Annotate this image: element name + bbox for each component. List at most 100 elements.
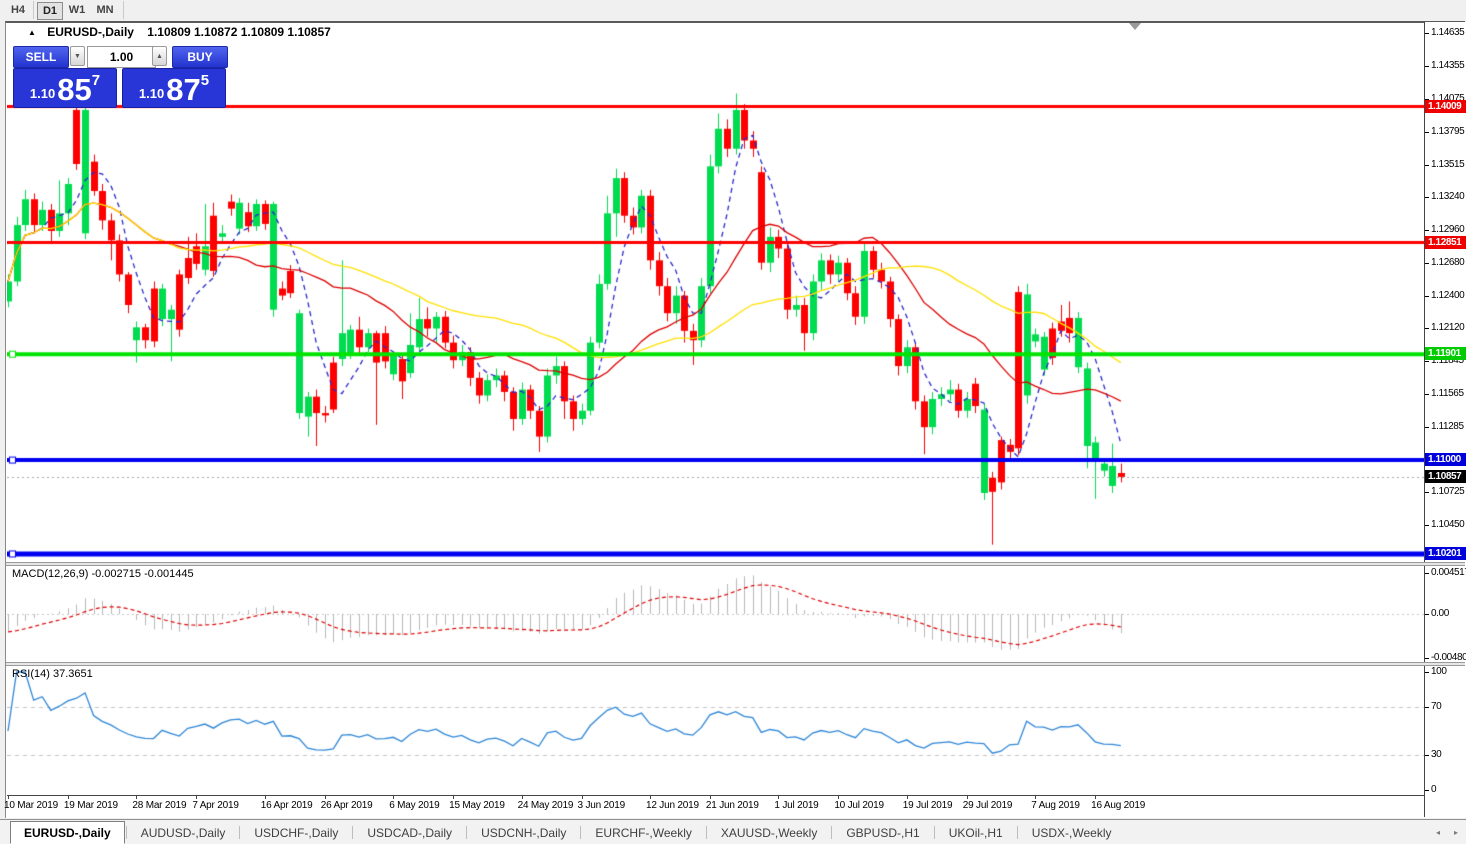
price-tick-label: 1.11565: [1431, 387, 1464, 399]
tab-eurusd-daily[interactable]: EURUSD-,Daily: [10, 821, 125, 844]
date-label: 6 May 2019: [389, 800, 440, 811]
time-tick-mark: [838, 796, 840, 799]
price-tick-label: 1.13795: [1431, 125, 1465, 137]
timeframe-toolbar: H4 D1 W1 MN: [0, 0, 1466, 20]
date-label: 24 May 2019: [517, 800, 574, 811]
tab-divider: [580, 825, 582, 839]
price-tick-label: 1.12120: [1431, 322, 1465, 334]
price-tick-mark: [1425, 426, 1429, 428]
rsi-tick-label: 70: [1431, 701, 1442, 713]
collapse-one-click-icon[interactable]: ▲: [28, 28, 36, 37]
time-tick-mark: [264, 796, 266, 799]
sell-button[interactable]: SELL: [13, 46, 69, 68]
buy-price-box[interactable]: 1.10 87 5: [122, 68, 226, 108]
time-tick-mark: [453, 796, 455, 799]
time-tick-mark: [8, 796, 9, 799]
date-label: 21 Jun 2019: [705, 800, 759, 811]
chart-symbol-period: EURUSD-,Daily: [47, 25, 134, 39]
volume-input[interactable]: [87, 46, 156, 68]
macd-tick-mark: [1425, 573, 1429, 574]
buy-price-main: 87: [166, 72, 201, 107]
tab-ukoil-h1[interactable]: UKOil-,H1: [936, 823, 1016, 842]
date-label: 16 Aug 2019: [1091, 800, 1146, 811]
chevron-up-icon: ▲: [156, 53, 163, 60]
timeframe-h4-button[interactable]: H4: [6, 2, 30, 18]
timeframe-d1-button[interactable]: D1: [37, 2, 63, 20]
date-label: 16 Apr 2019: [260, 800, 313, 811]
toolbar-separator: [123, 1, 124, 19]
tab-divider: [125, 825, 127, 839]
time-tick-mark: [324, 796, 326, 799]
date-label: 10 Jul 2019: [834, 800, 884, 811]
price-tick-mark: [1425, 229, 1429, 231]
tabs-scroll-right-button[interactable]: ▸: [1448, 825, 1464, 840]
rsi-tick-mark: [1425, 790, 1429, 791]
rsi-panel-canvas[interactable]: [7, 666, 1424, 794]
mt4-application: H4 D1 W1 MN ▲ EURUSD-,Daily 1.10809 1.10…: [0, 0, 1466, 844]
chart-tab-bar: EURUSD-,Daily AUDUSD-,Daily USDCHF-,Daily U…: [0, 819, 1466, 844]
time-tick-mark: [581, 796, 583, 799]
sell-price-pip: 7: [91, 72, 101, 89]
tab-usdcad-daily[interactable]: USDCAD-,Daily: [354, 823, 465, 842]
price-level-box: 1.11000: [1425, 453, 1466, 467]
sell-price-prefix: 1.10: [29, 86, 56, 101]
tab-usdcnh-daily[interactable]: USDCNH-,Daily: [468, 823, 579, 842]
price-tick-mark: [1425, 33, 1429, 34]
volume-decrease-button[interactable]: ▼: [70, 46, 85, 66]
price-level-box: 1.10201: [1425, 546, 1466, 560]
tab-divider: [352, 825, 354, 839]
sell-price-box[interactable]: 1.10 85 7: [13, 68, 117, 108]
rsi-tick-label: 0: [1431, 784, 1437, 795]
price-tick-label: 1.12960: [1431, 223, 1465, 235]
time-tick-mark: [67, 796, 69, 799]
tab-divider: [1016, 825, 1018, 839]
panel-separator[interactable]: [6, 662, 1465, 666]
macd-tick-mark: [1425, 614, 1429, 615]
time-tick-mark: [1035, 796, 1037, 799]
rsi-tick-mark: [1425, 707, 1429, 709]
price-tick-mark: [1425, 196, 1429, 198]
current-price-box: 1.10857: [1425, 469, 1466, 483]
tab-divider: [831, 825, 833, 839]
time-tick-mark: [650, 796, 651, 799]
tab-divider: [466, 825, 468, 839]
chart-shift-icon[interactable]: [1129, 23, 1141, 30]
price-tick-mark: [1425, 262, 1429, 264]
chart-ohlc-header: ▲ EURUSD-,Daily 1.10809 1.10872 1.10809 …: [28, 25, 331, 39]
tab-usdx-weekly[interactable]: USDX-,Weekly: [1019, 823, 1125, 842]
time-tick-mark: [1095, 796, 1097, 799]
time-tick-mark: [778, 796, 780, 799]
price-tick-label: 1.10725: [1431, 486, 1465, 498]
tab-usdchf-daily[interactable]: USDCHF-,Daily: [241, 823, 351, 842]
timeframe-mn-button[interactable]: MN: [93, 2, 117, 18]
buy-price-pip: 5: [200, 72, 210, 89]
macd-panel-canvas[interactable]: [7, 566, 1424, 662]
price-tick-label: 1.13240: [1431, 190, 1465, 202]
price-tick-mark: [1425, 65, 1429, 67]
price-tick-mark: [1425, 131, 1429, 133]
price-tick-mark: [1425, 393, 1429, 395]
price-tick-label: 1.12680: [1431, 256, 1465, 268]
price-tick-mark: [1425, 328, 1429, 330]
panel-separator[interactable]: [6, 562, 1465, 566]
chart-tabs: EURUSD-,Daily AUDUSD-,Daily USDCHF-,Daily U…: [10, 820, 1125, 844]
buy-button[interactable]: BUY: [172, 46, 228, 68]
price-level-box: 1.12851: [1425, 235, 1466, 249]
chevron-down-icon: ▼: [74, 53, 81, 60]
date-label: 10 Mar 2019: [4, 800, 58, 811]
rsi-indicator-label: RSI(14) 37.3651: [12, 668, 93, 680]
price-level-box: 1.14009: [1425, 99, 1466, 113]
tab-gbpusd-h1[interactable]: GBPUSD-,H1: [833, 823, 932, 842]
price-tick-label: 1.14355: [1431, 59, 1465, 71]
tab-audusd-daily[interactable]: AUDUSD-,Daily: [128, 823, 239, 842]
tab-xauusd-weekly[interactable]: XAUUSD-,Weekly: [708, 823, 830, 842]
tab-eurchf-weekly[interactable]: EURCHF-,Weekly: [582, 823, 704, 842]
date-label: 3 Jun 2019: [577, 800, 626, 811]
price-tick-mark: [1425, 360, 1429, 362]
volume-increase-button[interactable]: ▲: [152, 46, 167, 66]
timeframe-w1-button[interactable]: W1: [65, 2, 89, 18]
price-axis[interactable]: 1.14635 1.14355 1.14075 1.13795 1.13515 1.132…: [1424, 22, 1466, 817]
tabs-scroll-left-button[interactable]: ◂: [1430, 825, 1446, 840]
macd-indicator-label: MACD(12,26,9) -0.002715 -0.001445: [12, 568, 194, 580]
price-tick-mark: [1425, 492, 1429, 494]
